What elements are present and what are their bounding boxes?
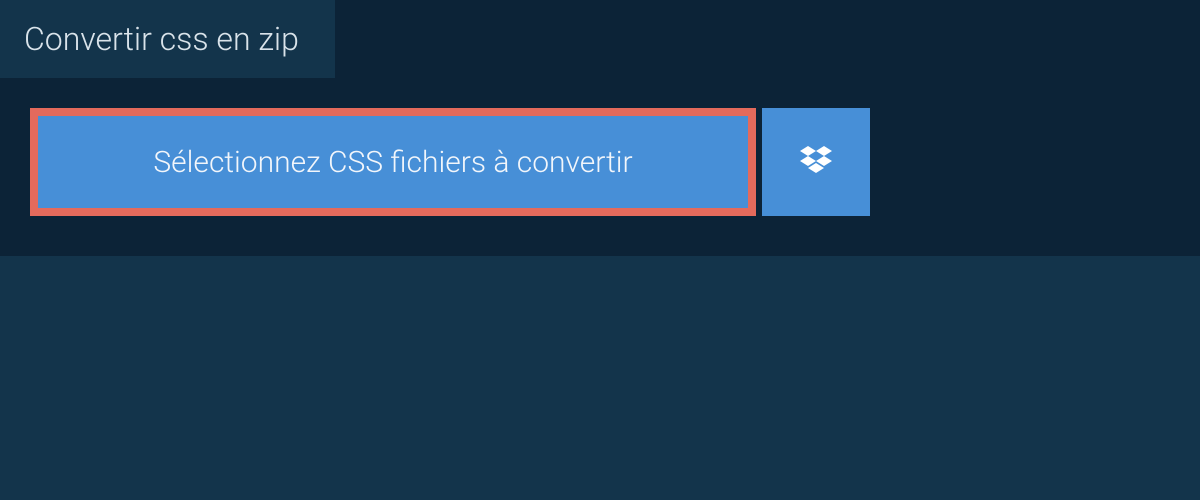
dropbox-button[interactable] bbox=[762, 108, 870, 216]
select-files-label: Sélectionnez CSS fichiers à convertir bbox=[153, 145, 632, 180]
converter-panel: Convertir css en zip Sélectionnez CSS fi… bbox=[0, 0, 1200, 256]
upload-button-row: Sélectionnez CSS fichiers à convertir bbox=[30, 108, 870, 216]
active-tab[interactable]: Convertir css en zip bbox=[0, 0, 335, 78]
select-files-button[interactable]: Sélectionnez CSS fichiers à convertir bbox=[30, 108, 756, 216]
tab-label: Convertir css en zip bbox=[24, 20, 299, 58]
dropbox-icon bbox=[796, 142, 836, 182]
